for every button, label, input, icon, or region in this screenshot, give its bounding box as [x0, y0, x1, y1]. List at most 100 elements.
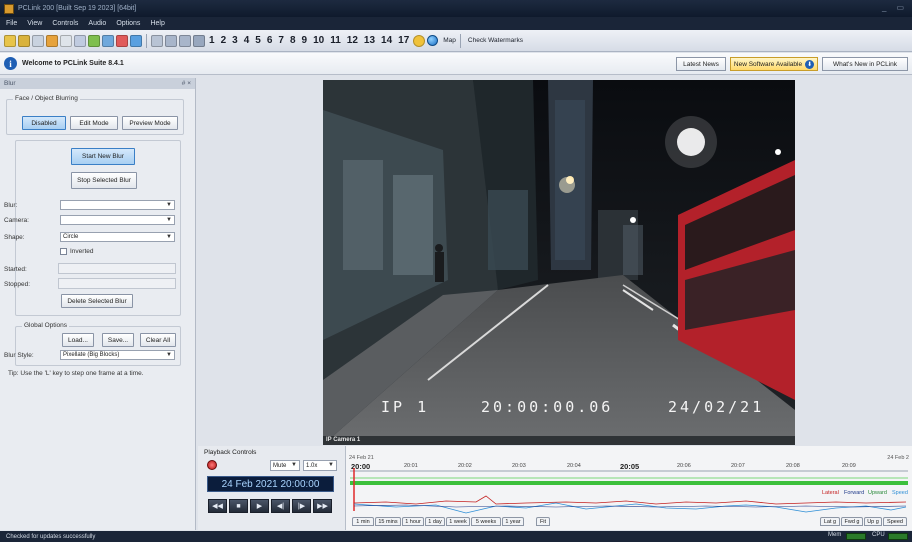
- print-icon[interactable]: [74, 34, 86, 47]
- menu-view[interactable]: View: [27, 20, 42, 27]
- record-icon[interactable]: [207, 460, 217, 470]
- view-8-button[interactable]: 8: [288, 35, 298, 46]
- video-viewport[interactable]: IP 1 20:00:00.06 24/02/21 IP Camera 1: [323, 80, 795, 445]
- minimize-button[interactable]: _: [882, 3, 886, 12]
- zoom-tab-1hour[interactable]: 1 hour: [402, 517, 424, 526]
- blur-select[interactable]: ▼: [60, 200, 175, 210]
- speed-value: 1.0x: [306, 462, 318, 469]
- speed-select[interactable]: 1.0x ▼: [303, 460, 337, 471]
- blur-style-select[interactable]: Pixellate (Big Blocks) ▼: [60, 350, 175, 360]
- layout-quad-icon[interactable]: [179, 34, 191, 47]
- menu-audio[interactable]: Audio: [88, 20, 106, 27]
- export-icon[interactable]: [46, 34, 58, 47]
- disabled-mode-button[interactable]: Disabled: [22, 116, 66, 130]
- menu-options[interactable]: Options: [116, 20, 140, 27]
- legend-lateral: Lateral: [822, 490, 839, 496]
- whats-new-label: What's New in PCLink: [832, 60, 898, 68]
- zoom-tab-5weeks[interactable]: 5 weeks: [471, 517, 501, 526]
- inverted-checkbox[interactable]: [60, 248, 67, 255]
- view-4-button[interactable]: 4: [242, 35, 252, 46]
- step-forward-button[interactable]: |▶: [292, 499, 311, 513]
- maximize-button[interactable]: ▭: [896, 3, 904, 12]
- stop-button[interactable]: ■: [229, 499, 248, 513]
- sensor-tab-fwd-g[interactable]: Fwd g: [841, 517, 863, 526]
- window-titlebar: PCLink 200 [Built Sep 19 2023] [64bit] _…: [0, 0, 912, 17]
- panel-pin-close-controls[interactable]: # ×: [182, 80, 191, 87]
- sensor-tab-lat-g[interactable]: Lat g: [820, 517, 840, 526]
- view-12-button[interactable]: 12: [345, 35, 360, 46]
- clear-all-button[interactable]: Clear All: [140, 333, 176, 347]
- delete-selected-blur-button[interactable]: Delete Selected Blur: [61, 294, 133, 308]
- zoom-tab-1day[interactable]: 1 day: [425, 517, 445, 526]
- blur-panel-header: Blur # ×: [0, 78, 195, 89]
- preview-mode-button[interactable]: Preview Mode: [122, 116, 178, 130]
- camera-icon[interactable]: [102, 34, 114, 47]
- layout-nine-icon[interactable]: [193, 34, 205, 47]
- save-button[interactable]: Save...: [102, 333, 134, 347]
- view-2-button[interactable]: 2: [219, 35, 229, 46]
- save-icon[interactable]: [32, 34, 44, 47]
- mute-value: Mute: [273, 462, 287, 469]
- layout-grid-icon[interactable]: [165, 34, 177, 47]
- view-13-button[interactable]: 13: [362, 35, 377, 46]
- fast-forward-button[interactable]: ▶▶: [313, 499, 332, 513]
- face-blurring-title: Face / Object Blurring: [13, 95, 80, 102]
- latest-news-button[interactable]: Latest News: [676, 57, 726, 71]
- zoom-tab-1min[interactable]: 1 min: [352, 517, 374, 526]
- welcome-text: Welcome to PCLink Suite 8.4.1: [22, 60, 124, 67]
- menu-help[interactable]: Help: [150, 20, 164, 27]
- camera-add-icon[interactable]: [88, 34, 100, 47]
- document-icon[interactable]: [60, 34, 72, 47]
- mute-select[interactable]: Mute ▼: [270, 460, 300, 471]
- zoom-tab-1week[interactable]: 1 week: [446, 517, 470, 526]
- view-14-button[interactable]: 14: [379, 35, 394, 46]
- stop-selected-blur-button[interactable]: Stop Selected Blur: [71, 172, 137, 189]
- open-folder-icon[interactable]: [4, 34, 16, 47]
- menu-file[interactable]: File: [6, 20, 17, 27]
- status-bar: Checked for updates successfully Mem CPU: [0, 531, 912, 542]
- record-icon[interactable]: [116, 34, 128, 47]
- stopped-field[interactable]: [58, 278, 176, 289]
- map-button[interactable]: Map: [443, 37, 456, 44]
- new-software-button[interactable]: New Software Available ⬇: [730, 57, 818, 71]
- view-9-button[interactable]: 9: [300, 35, 310, 46]
- start-new-blur-button[interactable]: Start New Blur: [71, 148, 135, 165]
- cpu-gauge: [888, 533, 908, 540]
- sensor-tab-speed[interactable]: Speed: [883, 517, 907, 526]
- step-back-button[interactable]: ◀|: [271, 499, 290, 513]
- cpu-label: CPU: [872, 532, 885, 538]
- edit-mode-button[interactable]: Edit Mode: [70, 116, 118, 130]
- gps-icon[interactable]: [413, 34, 426, 47]
- view-10-button[interactable]: 10: [311, 35, 326, 46]
- view-6-button[interactable]: 6: [265, 35, 275, 46]
- check-watermarks-button[interactable]: Check Watermarks: [468, 37, 523, 44]
- legend-forward: Forward: [844, 490, 865, 496]
- playback-controls-title: Playback Controls: [204, 449, 257, 456]
- view-1-button[interactable]: 1: [207, 35, 217, 46]
- whats-new-button[interactable]: What's New in PCLink: [822, 57, 908, 71]
- view-11-button[interactable]: 11: [328, 35, 343, 46]
- info-strip: i Welcome to PCLink Suite 8.4.1 Latest N…: [0, 53, 912, 75]
- started-field[interactable]: [58, 263, 176, 274]
- load-button[interactable]: Load...: [62, 333, 94, 347]
- layout-single-icon[interactable]: [151, 34, 163, 47]
- shape-select[interactable]: Circle ▼: [60, 232, 175, 242]
- camera-select[interactable]: ▼: [60, 215, 175, 225]
- globe-icon[interactable]: [427, 35, 439, 46]
- chevron-down-icon: ▼: [166, 217, 172, 223]
- zoom-tab-1year[interactable]: 1 year: [502, 517, 524, 526]
- view-5-button[interactable]: 5: [253, 35, 263, 46]
- zoom-tab-fit[interactable]: Fit: [536, 517, 550, 526]
- view-3-button[interactable]: 3: [230, 35, 240, 46]
- play-button[interactable]: ▶: [250, 499, 269, 513]
- playback-datetime-display: 24 Feb 2021 20:00:00: [207, 476, 334, 492]
- play-icon[interactable]: [130, 34, 142, 47]
- view-7-button[interactable]: 7: [276, 35, 286, 46]
- sensor-tab-up-g[interactable]: Up g: [864, 517, 882, 526]
- folder-icon[interactable]: [18, 34, 30, 47]
- menu-controls[interactable]: Controls: [52, 20, 78, 27]
- rewind-fast-button[interactable]: ◀◀: [208, 499, 227, 513]
- view-17-button[interactable]: 17: [396, 35, 411, 46]
- timeline-panel[interactable]: 24 Feb 21 24 Feb 2 20:00 20:01 20:02 20:…: [346, 446, 912, 530]
- zoom-tab-15mins[interactable]: 15 mins: [375, 517, 401, 526]
